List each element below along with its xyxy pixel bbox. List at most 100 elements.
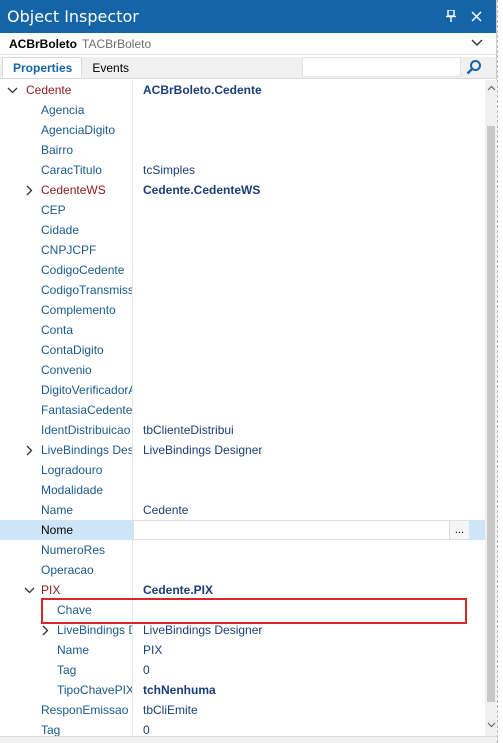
property-name: Cidade	[41, 223, 80, 237]
component-selector[interactable]: ACBrBoleto TACBrBoleto	[0, 33, 496, 55]
scroll-up-icon[interactable]	[485, 82, 497, 94]
property-value[interactable]	[143, 540, 463, 560]
property-row[interactable]: IdentDistribuicao tbClienteDistribui	[0, 420, 485, 440]
property-value[interactable]: tchNenhuma	[143, 680, 463, 700]
property-value[interactable]	[143, 260, 463, 280]
tab-events[interactable]: Events	[82, 58, 138, 78]
property-value[interactable]	[143, 360, 463, 380]
property-row[interactable]: Chave	[0, 600, 485, 620]
property-grid: Cedente ACBrBoleto.Cedente Agencia AgenciaD…	[0, 80, 485, 743]
component-name: ACBrBoleto	[9, 36, 77, 51]
property-value[interactable]: ACBrBoleto.Cedente	[143, 80, 463, 100]
status-strip	[0, 736, 497, 743]
property-value[interactable]: LiveBindings Designer	[143, 440, 463, 460]
scroll-thumb[interactable]	[487, 126, 495, 702]
property-value[interactable]	[143, 200, 463, 220]
property-name: Chave	[57, 603, 92, 617]
property-name: CodigoTransmiss	[41, 283, 132, 297]
scroll-down-icon[interactable]	[485, 719, 497, 731]
property-value-input[interactable]	[133, 520, 469, 540]
chevron-right-icon[interactable]	[38, 620, 52, 640]
property-name: IdentDistribuicao	[41, 423, 131, 437]
property-value[interactable]	[143, 380, 463, 400]
property-name: CodigoCedente	[41, 263, 125, 277]
property-row[interactable]: Conta	[0, 320, 485, 340]
property-name: LiveBindings D	[57, 623, 132, 637]
property-row[interactable]: Name Cedente	[0, 500, 485, 520]
property-row[interactable]: Cedente ACBrBoleto.Cedente	[0, 80, 485, 100]
property-row[interactable]: FantasiaCedente	[0, 400, 485, 420]
property-name: ResponEmissao	[41, 703, 129, 717]
search-icon[interactable]	[463, 57, 485, 77]
property-value[interactable]: 0	[143, 660, 463, 680]
title-bar[interactable]: Object Inspector	[0, 0, 496, 33]
property-row[interactable]: AgenciaDigito	[0, 120, 485, 140]
property-name: CEP	[41, 203, 66, 217]
tab-properties[interactable]: Properties	[2, 57, 83, 78]
property-value[interactable]	[143, 460, 463, 480]
property-row[interactable]: Name PIX	[0, 640, 485, 660]
close-icon[interactable]	[468, 8, 484, 24]
property-row[interactable]: Convenio	[0, 360, 485, 380]
property-row[interactable]: Operacao	[0, 560, 485, 580]
chevron-down-icon[interactable]	[470, 36, 484, 50]
property-name: CedenteWS	[41, 183, 106, 197]
property-value[interactable]	[143, 120, 463, 140]
property-value[interactable]: PIX	[143, 640, 463, 660]
property-value[interactable]	[143, 320, 463, 340]
property-value[interactable]: tbClienteDistribui	[143, 420, 463, 440]
search-input[interactable]	[302, 57, 461, 77]
property-row[interactable]: Tag 0	[0, 660, 485, 680]
property-row[interactable]: Modalidade	[0, 480, 485, 500]
property-value[interactable]: tcSimples	[143, 160, 463, 180]
chevron-down-icon[interactable]	[22, 580, 36, 600]
property-row[interactable]: CEP	[0, 200, 485, 220]
property-value[interactable]	[143, 340, 463, 360]
property-name: ContaDigito	[41, 343, 104, 357]
property-row[interactable]: CedenteWS Cedente.CedenteWS	[0, 180, 485, 200]
property-value[interactable]: Cedente	[143, 500, 463, 520]
property-row[interactable]: LiveBindings Des LiveBindings Designer	[0, 440, 485, 460]
property-value[interactable]: Cedente.PIX	[143, 580, 463, 600]
property-row[interactable]: Agencia	[0, 100, 485, 120]
pin-icon[interactable]	[443, 8, 459, 24]
vertical-scrollbar[interactable]	[485, 80, 497, 743]
property-name: CNPJCPF	[41, 243, 97, 257]
property-row[interactable]: NumeroRes	[0, 540, 485, 560]
property-name: Convenio	[41, 363, 92, 377]
property-row[interactable]: PIX Cedente.PIX	[0, 580, 485, 600]
property-value[interactable]	[143, 300, 463, 320]
property-row[interactable]: CNPJCPF	[0, 240, 485, 260]
property-value[interactable]	[143, 240, 463, 260]
property-row[interactable]: TipoChavePIX tchNenhuma	[0, 680, 485, 700]
property-row[interactable]: Nome...	[0, 520, 485, 540]
property-value[interactable]	[143, 140, 463, 160]
chevron-down-icon[interactable]	[5, 80, 19, 100]
property-row[interactable]: ResponEmissao tbCliEmite	[0, 700, 485, 720]
property-row[interactable]: DigitoVerificadorA	[0, 380, 485, 400]
property-value[interactable]	[143, 220, 463, 240]
property-row[interactable]: Complemento	[0, 300, 485, 320]
property-value[interactable]: LiveBindings Designer	[143, 620, 463, 640]
property-value[interactable]: tbCliEmite	[143, 700, 463, 720]
property-row[interactable]: LiveBindings D LiveBindings Designer	[0, 620, 485, 640]
property-row[interactable]: CaracTitulo tcSimples	[0, 160, 485, 180]
property-row[interactable]: CodigoCedente	[0, 260, 485, 280]
component-class: TACBrBoleto	[82, 36, 152, 51]
property-row[interactable]: ContaDigito	[0, 340, 485, 360]
property-value[interactable]	[143, 280, 463, 300]
chevron-right-icon[interactable]	[22, 180, 36, 200]
property-row[interactable]: Cidade	[0, 220, 485, 240]
property-row[interactable]: Bairro	[0, 140, 485, 160]
property-value[interactable]	[143, 400, 463, 420]
property-value[interactable]	[143, 600, 463, 620]
property-value[interactable]	[143, 480, 463, 500]
property-name: TipoChavePIX	[57, 683, 132, 697]
property-row[interactable]: Logradouro	[0, 460, 485, 480]
chevron-right-icon[interactable]	[22, 440, 36, 460]
ellipsis-button[interactable]: ...	[449, 521, 469, 539]
property-row[interactable]: CodigoTransmiss	[0, 280, 485, 300]
property-value[interactable]: Cedente.CedenteWS	[143, 180, 463, 200]
property-value[interactable]	[143, 560, 463, 580]
property-value[interactable]	[143, 100, 463, 120]
